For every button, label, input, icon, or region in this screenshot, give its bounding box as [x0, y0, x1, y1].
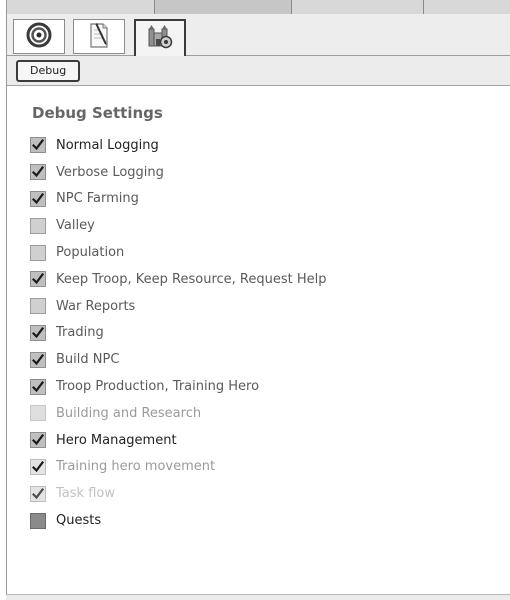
- top-tab-segment[interactable]: [292, 0, 424, 14]
- setting-row[interactable]: NPC Farming: [30, 186, 500, 213]
- top-tab-strip: [7, 0, 510, 14]
- target-icon: [26, 22, 52, 52]
- top-tab-segment[interactable]: [155, 0, 292, 14]
- setting-row[interactable]: Hero Management: [30, 427, 500, 454]
- setting-row[interactable]: War Reports: [30, 293, 500, 320]
- setting-label: Normal Logging: [56, 137, 159, 153]
- checkmark-icon: [32, 487, 44, 500]
- setting-label: Population: [56, 245, 125, 261]
- setting-checkbox[interactable]: [30, 137, 46, 154]
- setting-checkbox[interactable]: [30, 378, 46, 395]
- setting-checkbox[interactable]: [30, 512, 46, 529]
- setting-checkbox[interactable]: [30, 432, 46, 449]
- setting-label: Training hero movement: [56, 459, 216, 475]
- setting-label: NPC Farming: [56, 191, 139, 207]
- setting-checkbox[interactable]: [30, 190, 46, 207]
- checkmark-icon: [32, 460, 44, 473]
- setting-label: Task flow: [56, 486, 115, 502]
- top-tab-segment[interactable]: [424, 0, 510, 14]
- setting-checkbox[interactable]: [30, 351, 46, 368]
- setting-label: Keep Troop, Keep Resource, Request Help: [56, 271, 327, 287]
- checkmark-icon: [32, 353, 44, 366]
- checkmark-icon: [32, 273, 44, 285]
- setting-label: Building and Research: [56, 405, 202, 421]
- setting-label: Verbose Logging: [56, 164, 164, 180]
- setting-checkbox[interactable]: [30, 324, 46, 341]
- setting-checkbox[interactable]: [30, 485, 46, 502]
- settings-button[interactable]: [134, 19, 186, 56]
- setting-row[interactable]: Trading: [30, 320, 500, 347]
- setting-label: Troop Production, Training Hero: [56, 379, 260, 395]
- setting-checkbox[interactable]: [30, 244, 46, 261]
- setting-row[interactable]: Task flow: [30, 480, 500, 507]
- checkmark-icon: [32, 326, 44, 339]
- setting-row[interactable]: Verbose Logging: [30, 159, 500, 186]
- setting-row[interactable]: Build NPC: [30, 346, 500, 373]
- setting-row[interactable]: Training hero movement: [30, 454, 500, 481]
- setting-checkbox[interactable]: [30, 298, 46, 315]
- toolbar: [7, 14, 510, 56]
- tab-debug[interactable]: Debug: [16, 60, 81, 82]
- setting-label: Valley: [56, 218, 95, 234]
- subtab-bar: Debug: [7, 56, 510, 86]
- checkmark-icon: [32, 192, 44, 205]
- checkmark-icon: [32, 166, 44, 178]
- notes-button[interactable]: [73, 19, 125, 54]
- setting-checkbox[interactable]: [30, 217, 46, 234]
- setting-label: Quests: [56, 513, 102, 529]
- castle-settings-icon: [145, 23, 175, 55]
- setting-row[interactable]: Normal Logging: [30, 132, 500, 159]
- setting-row[interactable]: Quests: [30, 507, 500, 534]
- setting-checkbox[interactable]: [30, 458, 46, 475]
- setting-label: War Reports: [56, 298, 136, 314]
- checkmark-icon: [32, 380, 44, 393]
- top-tab-segment[interactable]: [7, 0, 155, 14]
- setting-row[interactable]: Troop Production, Training Hero: [30, 373, 500, 400]
- setting-row[interactable]: Population: [30, 239, 500, 266]
- notepad-icon: [86, 21, 112, 53]
- setting-label: Hero Management: [56, 432, 177, 448]
- setting-checkbox[interactable]: [30, 271, 46, 288]
- checkmark-icon: [32, 139, 44, 151]
- panel-bottom-border: [6, 594, 510, 600]
- setting-row[interactable]: Building and Research: [30, 400, 500, 427]
- setting-row[interactable]: Keep Troop, Keep Resource, Request Help: [30, 266, 500, 293]
- settings-list: Normal Logging Verbose Logging NPC Farming…: [30, 132, 500, 534]
- setting-checkbox[interactable]: [30, 405, 46, 422]
- setting-row[interactable]: Valley: [30, 212, 500, 239]
- setting-label: Trading: [56, 325, 104, 341]
- target-button[interactable]: [13, 19, 65, 54]
- setting-checkbox[interactable]: [30, 164, 46, 181]
- checkmark-icon: [32, 434, 44, 446]
- section-title: Debug Settings: [32, 104, 163, 122]
- setting-label: Build NPC: [56, 352, 120, 368]
